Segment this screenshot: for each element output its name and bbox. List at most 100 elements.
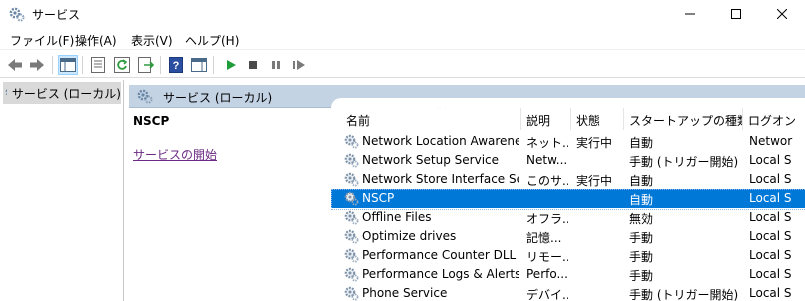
service-startup-type-cell: 自動 — [629, 193, 654, 207]
restart-service-button[interactable] — [289, 55, 309, 75]
tree-item-label: サービス (ローカル) — [11, 86, 121, 101]
service-row[interactable]: Phone Service デバイ... 手動 (トリガー開始) Local S — [331, 284, 805, 301]
svg-text:?: ? — [173, 60, 180, 72]
show-action-pane-button[interactable] — [189, 55, 209, 75]
description-pane: NSCP サービスの開始 — [129, 108, 331, 301]
service-startup-type-cell: 自動 — [629, 174, 654, 188]
service-name-cell: Performance Counter DLL H... — [362, 248, 519, 262]
column-header-logon[interactable]: ログオン — [743, 108, 805, 130]
tree-item-services-local[interactable]: サービス (ローカル) — [3, 82, 121, 104]
refresh-icon — [114, 57, 130, 73]
menu-view[interactable]: 表示(V) — [131, 32, 173, 49]
service-gear-icon — [343, 228, 359, 244]
minimize-button[interactable] — [667, 0, 713, 28]
start-service-button[interactable] — [221, 55, 241, 75]
service-gear-icon — [343, 285, 359, 301]
column-header-startup-type[interactable]: スタートアップの種類 — [624, 108, 743, 130]
service-name-cell: Network Setup Service — [362, 153, 500, 167]
console-tree: サービス (ローカル) — [0, 80, 124, 301]
service-name-cell: Network Location Awareness — [362, 134, 519, 148]
action-pane-icon — [191, 58, 207, 72]
start-service-link[interactable]: サービスの開始 — [133, 146, 217, 163]
title-bar: サービス — [0, 0, 805, 28]
service-row[interactable]: Optimize drives 記憶... 手動 Local S — [331, 227, 805, 246]
back-arrow-icon — [8, 59, 22, 71]
services-gear-icon — [9, 6, 25, 22]
properties-button[interactable] — [88, 55, 108, 75]
service-row[interactable]: Network Setup Service Netw... 手動 (トリガー開始) L… — [331, 151, 805, 170]
service-gear-icon — [343, 266, 359, 282]
services-gear-icon — [5, 88, 7, 96]
toolbar-separator — [82, 56, 83, 74]
service-logon-cell: Local S — [749, 267, 792, 281]
service-gear-icon — [343, 209, 359, 225]
service-row[interactable]: NSCP 自動 Local S — [331, 189, 805, 210]
export-list-icon — [138, 57, 154, 73]
service-row[interactable]: Performance Logs & Alerts Perfo... 手動 Local… — [331, 265, 805, 284]
toolbar-separator — [160, 56, 161, 74]
play-icon — [227, 60, 236, 70]
service-description-cell: デバイ... — [526, 288, 568, 301]
toolbar: ? — [0, 51, 805, 78]
service-name-cell: Optimize drives — [362, 229, 457, 243]
service-row[interactable]: Network Location Awareness ネット... 実行中 自動 Net… — [331, 132, 805, 151]
service-startup-type-cell: 無効 — [629, 212, 654, 226]
back-button[interactable] — [5, 55, 25, 75]
help-button[interactable]: ? — [166, 55, 186, 75]
service-row[interactable]: Performance Counter DLL H... リモー... 手動 Loca… — [331, 246, 805, 265]
services-list: 名前 説明 状態 スタートアップの種類 ログオン Network Locatio… — [331, 98, 805, 301]
service-gear-icon — [343, 247, 359, 263]
close-icon — [777, 9, 787, 19]
service-status-cell: 実行中 — [576, 174, 613, 188]
menu-file[interactable]: ファイル(F) — [10, 32, 74, 49]
column-header-description[interactable]: 説明 — [521, 108, 571, 130]
show-hide-tree-button[interactable] — [58, 55, 78, 75]
service-description-cell: ネット... — [526, 136, 568, 150]
column-header-row: 名前 説明 状態 スタートアップの種類 ログオン — [331, 108, 805, 130]
service-logon-cell: Networ — [749, 134, 793, 148]
service-startup-type-cell: 手動 (トリガー開始) — [629, 288, 739, 301]
service-logon-cell: Local S — [749, 191, 792, 205]
stop-service-button[interactable] — [243, 55, 263, 75]
service-logon-cell: Local S — [749, 153, 792, 167]
service-row[interactable]: Network Store Interface Ser... このサ... 実行中 自… — [331, 170, 805, 189]
service-logon-cell: Local S — [749, 286, 792, 300]
service-startup-type-cell: 自動 — [629, 136, 654, 150]
service-description-cell: リモー... — [526, 250, 568, 264]
service-gear-icon — [343, 152, 359, 168]
export-list-button[interactable] — [136, 55, 156, 75]
content-title: サービス (ローカル) — [163, 91, 273, 105]
refresh-button[interactable] — [112, 55, 132, 75]
column-header-name[interactable]: 名前 — [341, 108, 521, 130]
maximize-button[interactable] — [713, 0, 759, 28]
service-logon-cell: Local S — [749, 229, 792, 243]
menu-bar: ファイル(F) 操作(A) 表示(V) ヘルプ(H) — [0, 28, 805, 50]
close-button[interactable] — [759, 0, 805, 28]
service-description-cell: オフラ... — [526, 212, 568, 226]
service-startup-type-cell: 手動 (トリガー開始) — [629, 155, 739, 169]
service-gear-icon — [343, 171, 359, 187]
maximize-icon — [731, 9, 741, 19]
forward-button[interactable] — [27, 55, 47, 75]
forward-arrow-icon — [30, 59, 44, 71]
sort-ascending-icon — [438, 108, 446, 109]
service-name-cell: Phone Service — [362, 286, 448, 300]
service-logon-cell: Local S — [749, 210, 792, 224]
service-startup-type-cell: 手動 — [629, 269, 654, 283]
service-status-cell: 実行中 — [576, 136, 613, 150]
console-tree-icon — [60, 58, 76, 72]
service-row[interactable]: Offline Files オフラ... 無効 Local S — [331, 208, 805, 227]
service-startup-type-cell: 手動 — [629, 250, 654, 264]
service-name-cell: Network Store Interface Ser... — [362, 172, 519, 186]
service-description-cell: 記憶... — [526, 231, 562, 245]
toolbar-separator — [52, 56, 53, 74]
column-header-status[interactable]: 状態 — [571, 108, 624, 130]
pause-service-button[interactable] — [266, 55, 286, 75]
minimize-icon — [685, 13, 695, 15]
selected-service-name: NSCP — [133, 114, 170, 128]
stop-icon — [249, 61, 257, 69]
menu-action[interactable]: 操作(A) — [75, 32, 117, 49]
service-name-cell: Offline Files — [362, 210, 432, 224]
service-name-cell: NSCP — [362, 191, 395, 205]
menu-help[interactable]: ヘルプ(H) — [185, 32, 239, 49]
